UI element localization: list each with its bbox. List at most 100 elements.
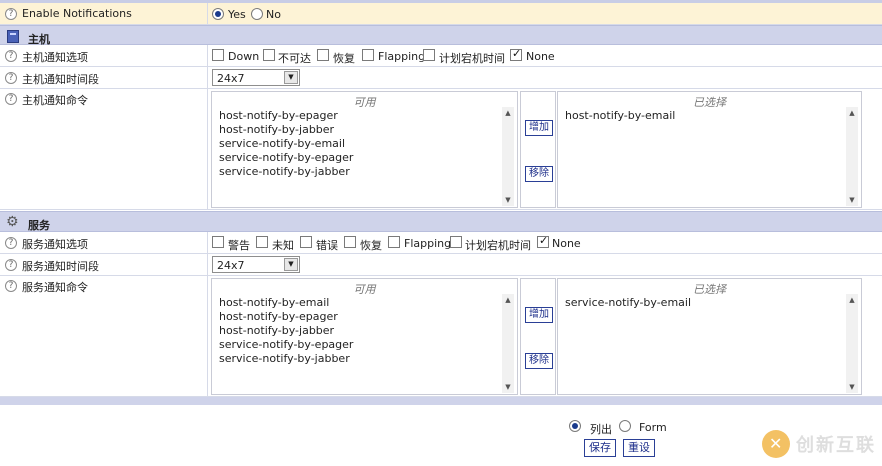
service-opt-recovery-checkbox[interactable]: [344, 236, 356, 248]
help-icon[interactable]: ?: [5, 259, 17, 271]
host-opt-label: 计划宕机时间: [439, 52, 505, 65]
service-period-select[interactable]: 24x7 ▼: [212, 256, 300, 273]
list-item[interactable]: host-notify-by-jabber: [219, 324, 334, 337]
enable-yes-label: Yes: [228, 8, 246, 21]
host-section-header: 主机: [0, 25, 882, 46]
list-item[interactable]: host-notify-by-email: [565, 109, 675, 122]
list-item[interactable]: host-notify-by-jabber: [219, 123, 334, 136]
service-period-row: ? 服务通知时间段 24x7 ▼: [0, 254, 882, 276]
help-icon[interactable]: ?: [5, 8, 17, 20]
list-item[interactable]: host-notify-by-epager: [219, 310, 338, 323]
host-options-row: ? 主机通知选项 Down 不可达 恢复 Flapping 计划宕机时间 Non…: [0, 45, 882, 67]
service-add-button[interactable]: 增加: [525, 307, 553, 323]
scroll-down-icon[interactable]: ▼: [846, 194, 858, 206]
mode-list-radio[interactable]: [569, 420, 581, 432]
list-item[interactable]: service-notify-by-epager: [219, 338, 353, 351]
scrollbar[interactable]: ▲ ▼: [846, 107, 858, 206]
scroll-up-icon[interactable]: ▲: [502, 294, 514, 306]
mode-form-radio[interactable]: [619, 420, 631, 432]
list-item[interactable]: host-notify-by-epager: [219, 109, 338, 122]
label-cell: ? 服务通知命令: [0, 276, 208, 396]
gear-icon: ⚙: [6, 214, 19, 230]
service-opt-warning-checkbox[interactable]: [212, 236, 224, 248]
host-selected-panel: 已选择 host-notify-by-email ▲ ▼: [557, 91, 862, 208]
service-opt-downtime-checkbox[interactable]: [450, 236, 462, 248]
service-transfer-panel: 增加 移除: [520, 278, 556, 395]
host-remove-button[interactable]: 移除: [525, 166, 553, 182]
list-item[interactable]: service-notify-by-jabber: [219, 165, 350, 178]
label-cell: ? 服务通知时间段: [0, 254, 208, 275]
label-cell: ? 主机通知时间段: [0, 67, 208, 88]
help-icon[interactable]: ?: [5, 93, 17, 105]
service-period-value: 24x7: [217, 259, 245, 272]
scroll-down-icon[interactable]: ▼: [502, 381, 514, 393]
host-opt-recovery-checkbox[interactable]: [317, 49, 329, 61]
help-icon[interactable]: ?: [5, 50, 17, 62]
host-opt-flapping-checkbox[interactable]: [362, 49, 374, 61]
help-icon[interactable]: ?: [5, 280, 17, 292]
help-icon[interactable]: ?: [5, 72, 17, 84]
host-period-value: 24x7: [217, 72, 245, 85]
scroll-down-icon[interactable]: ▼: [502, 194, 514, 206]
host-opt-label: Down: [228, 50, 260, 63]
enable-notifications-row: ? Enable Notifications Yes No: [0, 3, 882, 25]
reset-button[interactable]: 重设: [623, 439, 655, 457]
service-selected-listbox[interactable]: service-notify-by-email ▲ ▼: [559, 294, 860, 394]
service-options-label: 服务通知选项: [22, 238, 88, 251]
host-options-label: 主机通知选项: [22, 51, 88, 64]
scroll-up-icon[interactable]: ▲: [846, 107, 858, 119]
service-period-label: 服务通知时间段: [22, 260, 99, 273]
service-opt-label: None: [552, 237, 581, 250]
label-cell: ? 服务通知选项: [0, 232, 208, 253]
service-opt-label: 错误: [316, 239, 338, 252]
list-item[interactable]: service-notify-by-email: [565, 296, 691, 309]
service-opt-label: 恢复: [360, 239, 382, 252]
host-icon: [7, 30, 19, 43]
help-icon[interactable]: ?: [5, 237, 17, 249]
service-opt-none-checkbox[interactable]: [537, 234, 549, 248]
scroll-up-icon[interactable]: ▲: [502, 107, 514, 119]
host-opt-down-checkbox[interactable]: [212, 49, 224, 61]
dropdown-arrow-icon[interactable]: ▼: [284, 71, 298, 84]
label-cell: ? 主机通知选项: [0, 45, 208, 66]
scroll-up-icon[interactable]: ▲: [846, 294, 858, 306]
list-item[interactable]: service-notify-by-epager: [219, 151, 353, 164]
dropdown-arrow-icon[interactable]: ▼: [284, 258, 298, 271]
list-item[interactable]: service-notify-by-email: [219, 137, 345, 150]
service-available-listbox[interactable]: host-notify-by-email host-notify-by-epag…: [213, 294, 516, 394]
list-item[interactable]: service-notify-by-jabber: [219, 352, 350, 365]
section-separator: [0, 397, 882, 405]
service-opt-label: 计划宕机时间: [465, 239, 531, 252]
host-available-listbox[interactable]: host-notify-by-epager host-notify-by-jab…: [213, 107, 516, 207]
host-opt-label: 不可达: [278, 52, 311, 65]
host-add-button[interactable]: 增加: [525, 120, 553, 136]
label-cell: ? Enable Notifications: [0, 3, 208, 24]
service-section-header: ⚙ 服务: [0, 211, 882, 232]
list-item[interactable]: host-notify-by-email: [219, 296, 329, 309]
scrollbar[interactable]: ▲ ▼: [502, 294, 514, 393]
host-period-select[interactable]: 24x7 ▼: [212, 69, 300, 86]
mode-list-label: 列出: [590, 423, 612, 436]
scrollbar[interactable]: ▲ ▼: [502, 107, 514, 206]
scrollbar[interactable]: ▲ ▼: [846, 294, 858, 393]
service-opt-flapping-checkbox[interactable]: [388, 236, 400, 248]
enable-yes-radio[interactable]: [212, 8, 224, 20]
host-opt-none-checkbox[interactable]: [510, 47, 522, 61]
enable-no-radio[interactable]: [251, 8, 263, 20]
watermark-logo-icon: [762, 430, 790, 458]
service-opt-label: Flapping: [404, 237, 452, 250]
host-period-label: 主机通知时间段: [22, 73, 99, 86]
host-selected-listbox[interactable]: host-notify-by-email ▲ ▼: [559, 107, 860, 207]
service-opt-critical-checkbox[interactable]: [300, 236, 312, 248]
service-remove-button[interactable]: 移除: [525, 353, 553, 369]
host-commands-row: ? 主机通知命令 可用 host-notify-by-epager host-n…: [0, 89, 882, 210]
service-opt-unknown-checkbox[interactable]: [256, 236, 268, 248]
host-opt-unreachable-checkbox[interactable]: [263, 49, 275, 61]
host-commands-label: 主机通知命令: [22, 94, 88, 107]
save-button[interactable]: 保存: [584, 439, 616, 457]
watermark: 创新互联: [762, 430, 876, 458]
scroll-down-icon[interactable]: ▼: [846, 381, 858, 393]
watermark-text: 创新互联: [796, 435, 876, 456]
host-opt-downtime-checkbox[interactable]: [423, 49, 435, 61]
host-transfer-panel: 增加 移除: [520, 91, 556, 208]
